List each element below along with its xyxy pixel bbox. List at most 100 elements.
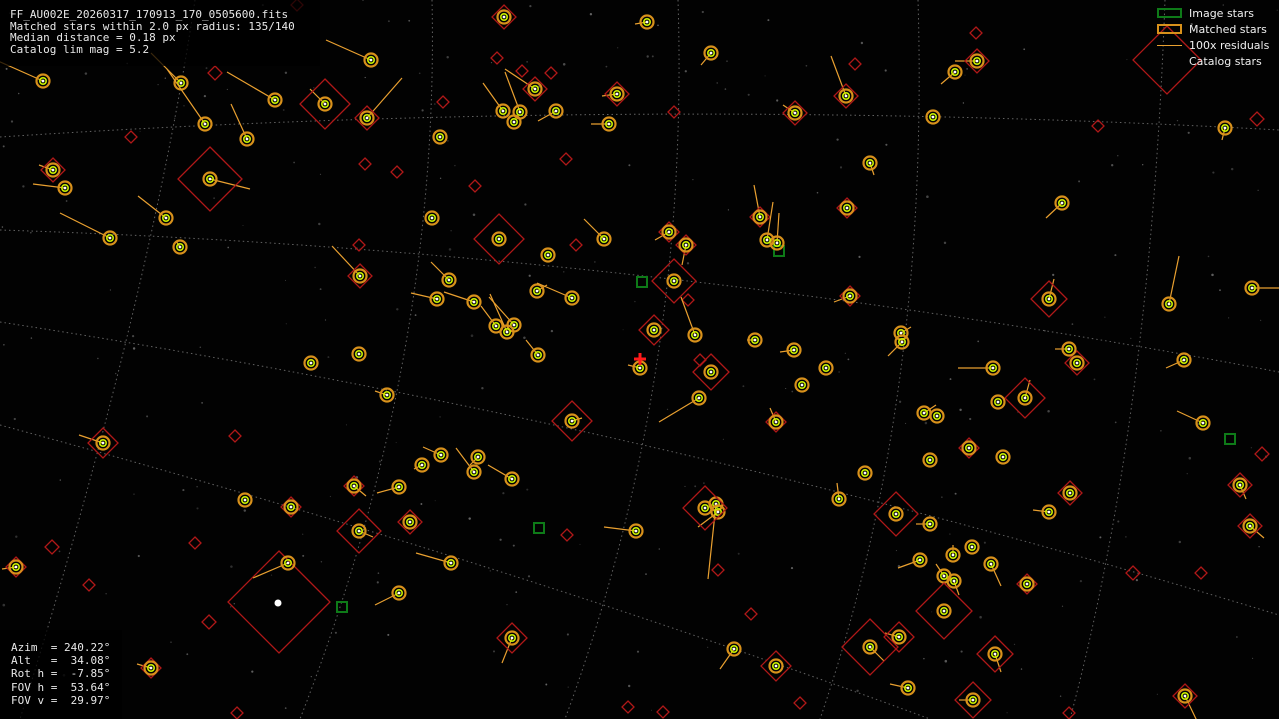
background-star xyxy=(923,657,925,660)
star-center xyxy=(1067,347,1071,351)
background-star xyxy=(448,248,452,251)
catalog-star-marker xyxy=(656,705,670,719)
background-star xyxy=(566,633,569,636)
background-star xyxy=(954,492,957,495)
background-star xyxy=(658,548,661,550)
star-center xyxy=(693,333,697,337)
background-star xyxy=(302,533,304,535)
background-star xyxy=(15,535,18,538)
background-star xyxy=(396,308,399,311)
background-star xyxy=(860,41,864,45)
grid-line xyxy=(819,0,920,719)
background-star xyxy=(376,581,379,584)
background-star xyxy=(805,64,808,67)
residual-line xyxy=(776,212,780,244)
background-star xyxy=(284,71,288,75)
star-center xyxy=(497,237,501,241)
star-center xyxy=(1182,358,1186,362)
star-center xyxy=(203,122,207,126)
background-star xyxy=(447,140,449,142)
star-center xyxy=(1060,201,1064,205)
background-star xyxy=(1156,693,1158,695)
star-center xyxy=(108,236,112,240)
star-center xyxy=(897,635,901,639)
catalog-star-marker xyxy=(201,614,217,630)
background-star xyxy=(230,565,233,568)
grid-line xyxy=(19,0,196,719)
background-star xyxy=(622,329,624,331)
background-star xyxy=(310,675,312,678)
sky-canvas xyxy=(0,0,1279,719)
background-star xyxy=(1142,164,1144,166)
star-center xyxy=(684,243,688,247)
background-star xyxy=(1176,119,1179,122)
star-center xyxy=(494,324,498,328)
background-star xyxy=(960,650,963,653)
star-center xyxy=(546,253,550,257)
star-center xyxy=(607,122,611,126)
star-center xyxy=(323,102,327,106)
background-star xyxy=(692,178,694,181)
background-star xyxy=(133,493,135,495)
star-center xyxy=(435,297,439,301)
star-center xyxy=(286,561,290,565)
background-star xyxy=(58,550,61,553)
star-center xyxy=(906,686,910,690)
background-star xyxy=(1013,643,1016,646)
star-center xyxy=(652,328,656,332)
star-center xyxy=(41,79,45,83)
star-center xyxy=(709,370,713,374)
background-star xyxy=(529,4,532,8)
star-center xyxy=(931,115,935,119)
background-star xyxy=(684,70,687,73)
catalog-star-marker xyxy=(560,528,574,542)
star-center xyxy=(449,561,453,565)
background-star xyxy=(645,573,647,575)
star-center xyxy=(1023,396,1027,400)
star-center xyxy=(502,15,506,19)
catalog-star-marker xyxy=(848,57,862,71)
background-star xyxy=(856,689,859,692)
star-center xyxy=(800,383,804,387)
background-star xyxy=(362,0,364,1)
background-star xyxy=(1093,378,1096,381)
star-center xyxy=(868,161,872,165)
background-star xyxy=(847,358,850,361)
star-center xyxy=(149,666,153,670)
catalog-star-marker xyxy=(390,165,404,179)
background-star xyxy=(199,346,202,348)
star-center xyxy=(634,529,638,533)
star-center xyxy=(208,177,212,181)
background-star xyxy=(858,255,861,258)
star-center xyxy=(1248,524,1252,528)
star-center xyxy=(309,361,313,365)
star-center xyxy=(1183,694,1187,698)
background-star xyxy=(1207,255,1210,258)
background-star xyxy=(414,314,417,316)
background-star xyxy=(174,117,176,119)
star-center xyxy=(164,216,168,220)
background-star xyxy=(227,246,230,249)
background-star xyxy=(1104,316,1106,318)
background-star xyxy=(182,489,185,492)
background-star xyxy=(1114,254,1117,257)
residual-line xyxy=(487,464,513,480)
star-center xyxy=(179,81,183,85)
background-star xyxy=(489,570,492,572)
star-center xyxy=(1238,483,1242,487)
star-center xyxy=(510,477,514,481)
image-star-marker xyxy=(533,522,545,534)
background-star xyxy=(1020,668,1023,670)
fov-h-text: FOV h = 53.64° xyxy=(11,680,111,694)
background-star xyxy=(387,633,390,636)
background-star xyxy=(1023,48,1026,51)
star-center xyxy=(863,471,867,475)
grid-line xyxy=(0,321,1279,616)
background-star xyxy=(1187,131,1190,134)
background-star xyxy=(377,572,380,574)
background-star xyxy=(636,650,640,653)
background-star xyxy=(205,67,208,70)
star-center xyxy=(1223,126,1227,130)
catalog-star-marker xyxy=(490,51,504,65)
background-star xyxy=(941,496,943,498)
